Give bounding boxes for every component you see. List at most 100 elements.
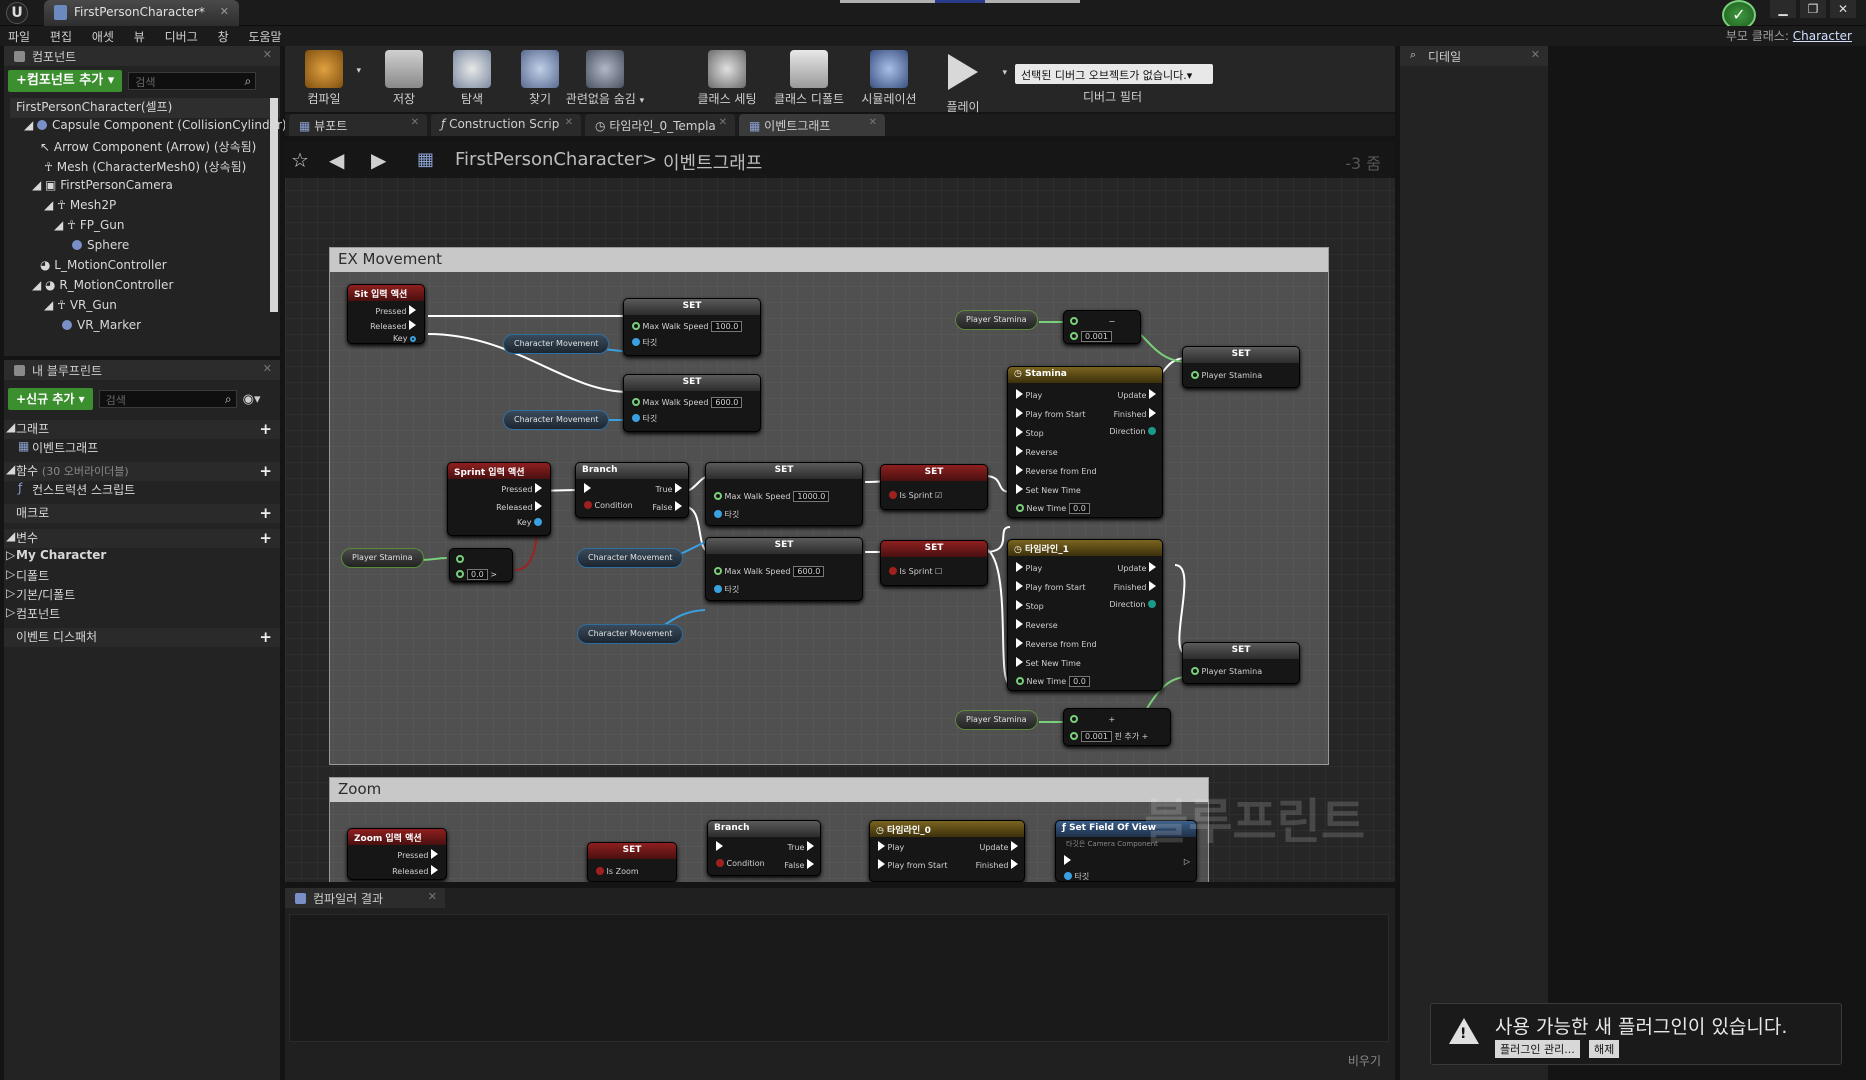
set-walk-speed-node[interactable]: SET Max Walk Speed 600.0 타깃 [623,374,761,432]
macros-section[interactable]: 매크로 + [4,504,280,523]
add-node[interactable]: + 0.001 핀 추가 + [1063,708,1171,746]
player-stamina-node[interactable]: Player Stamina [955,710,1038,730]
tree-item-mesh[interactable]: ☥ Mesh (CharacterMesh0) (상속됨) [10,158,280,178]
tree-item-self[interactable]: FirstPersonCharacter(셀프) [10,98,280,118]
branch-node[interactable]: Branch True Condition False [575,462,689,518]
tree-item-rmotion[interactable]: ◢ ◕ R_MotionController [10,278,280,298]
character-movement-node[interactable]: Character Movement [503,334,610,354]
add-function-icon[interactable]: + [259,462,272,480]
set-walk-speed-node[interactable]: SET Max Walk Speed 1000.0 타깃 [705,462,863,526]
restore-icon[interactable]: ❐ [1800,0,1826,18]
graphs-section[interactable]: ◢ 그래프 + [4,420,280,439]
forward-arrow-icon[interactable]: ▶ [371,148,386,172]
stamina-timeline-node[interactable]: ◷ Stamina Play Play from Start Stop Reve… [1007,366,1163,518]
timeline-0-node[interactable]: ◷ 타임라인_0 Play Play from Start Update Fin… [869,820,1025,882]
var-category-base-default[interactable]: ▷ 기본/디폴트 [4,586,280,605]
star-icon[interactable]: ☆ [291,148,309,172]
compiler-results-tab[interactable]: 컴파일러 결과 ✕ [285,888,445,908]
tree-item-mesh2p[interactable]: ◢ ☥ Mesh2P [10,198,280,218]
player-stamina-node[interactable]: Player Stamina [341,548,424,568]
menu-window[interactable]: 창 [210,26,237,47]
branch-node[interactable]: Branch True Condition False [707,820,821,876]
tree-item-arrow[interactable]: ↖ Arrow Component (Arrow) (상속됨) [10,138,280,158]
breadcrumb-root[interactable]: FirstPersonCharacter [455,149,642,170]
set-player-stamina-node[interactable]: SET Player Stamina [1182,642,1300,684]
hide-unrelated-button[interactable]: 관련없음 숨김 ▾ [555,50,655,107]
add-dispatcher-icon[interactable]: + [259,628,272,646]
menu-asset[interactable]: 애셋 [84,26,122,47]
add-graph-icon[interactable]: + [259,420,272,438]
character-movement-node[interactable]: Character Movement [577,624,684,644]
tab-event-graph[interactable]: ▦ 이벤트그래프 ✕ [739,114,885,136]
sprint-input-event-node[interactable]: Sprint 입력 액션 Pressed Released Key [447,462,551,536]
simulation-button[interactable]: 시뮬레이션 [847,50,931,107]
dismiss-button[interactable]: 해제 [1589,1040,1620,1058]
sit-input-event-node[interactable]: Sit 입력 액션 Pressed Released Key [347,284,425,344]
set-is-sprint-node[interactable]: SET Is Sprint ☑ [880,464,988,510]
tree-item-vrgun[interactable]: ◢ ☥ VR_Gun [10,298,280,318]
set-player-stamina-node[interactable]: SET Player Stamina [1182,346,1300,388]
set-walk-speed-node[interactable]: SET Max Walk Speed 100.0 타깃 [623,298,761,356]
event-graph-item[interactable]: ▦ 이벤트그래프 [4,439,280,458]
menu-debug[interactable]: 디버그 [157,26,206,47]
close-window-icon[interactable]: ✕ [1830,0,1856,18]
character-movement-node[interactable]: Character Movement [503,410,610,430]
blueprint-search-input[interactable]: 검색 ⌕ [98,390,237,408]
tree-item-sphere[interactable]: Sphere [10,238,280,258]
menu-edit[interactable]: 편집 [42,26,80,47]
tab-viewport[interactable]: ▦ 뷰포트 ✕ [289,114,427,136]
var-category-components[interactable]: ▷ 컴포넌트 [4,605,280,624]
scrollbar[interactable] [270,98,278,312]
graph-canvas[interactable]: EX Movement Zoom Sit 입력 액션 Pressed Relea… [285,142,1395,882]
close-panel-icon[interactable]: ✕ [263,48,272,61]
add-macro-icon[interactable]: + [259,504,272,522]
tree-item-fpgun[interactable]: ◢ ☥ FP_Gun [10,218,280,238]
add-variable-icon[interactable]: + [259,529,272,547]
class-settings-button[interactable]: 클래스 세팅 [685,50,769,107]
browse-button[interactable]: 탐색 [435,50,509,107]
parent-class-link[interactable]: Character [1793,29,1852,43]
tree-item-vrmarker[interactable]: VR_Marker [10,318,280,338]
manage-plugins-button[interactable]: 플러그인 관리... [1495,1040,1580,1058]
breadcrumb-current[interactable]: 이벤트그래프 [663,149,762,175]
var-category-my-character[interactable]: ▷ My Character [4,548,280,567]
debug-object-select[interactable]: 선택된 디버그 오브젝트가 없습니다.▾ [1015,64,1213,84]
back-arrow-icon[interactable]: ◀ [329,148,344,172]
variables-section[interactable]: ◢ 변수 + [4,529,280,548]
close-panel-icon[interactable]: ✕ [1531,48,1540,61]
menu-file[interactable]: 파일 [0,26,38,47]
character-movement-node[interactable]: Character Movement [577,548,684,568]
close-tab-icon[interactable]: ✕ [220,5,229,18]
add-new-button[interactable]: +신규 추가 ▾ [8,388,93,410]
zoom-input-event-node[interactable]: Zoom 입력 액션 Pressed Released [347,828,447,880]
set-is-zoom-node[interactable]: SET Is Zoom [587,842,677,882]
timeline-1-node[interactable]: ◷ 타임라인_1 Play Play from Start Stop Rever… [1007,539,1163,691]
compile-button[interactable]: 컴파일 ▾ [287,50,361,107]
subtract-node[interactable]: − 0.001 [1063,310,1141,344]
construction-script-item[interactable]: ƒ 컨스트럭션 스크립트 [4,481,280,500]
tree-item-camera[interactable]: ◢ ▣ FirstPersonCamera [10,178,280,198]
event-dispatchers-section[interactable]: 이벤트 디스패처 + [4,628,280,647]
player-stamina-node[interactable]: Player Stamina [955,310,1038,330]
minimize-icon[interactable]: ▁ [1770,0,1796,18]
document-tab[interactable]: FirstPersonCharacter* ✕ [44,0,239,26]
play-button[interactable]: 플레이 ▾ [925,50,1007,115]
set-is-sprint-node[interactable]: SET Is Sprint ☐ [880,540,988,586]
greater-than-node[interactable]: 0.0 > [449,548,513,582]
save-button[interactable]: 저장 [367,50,441,107]
tab-construction-script[interactable]: ƒ Construction Scrip ✕ [431,114,581,136]
components-search-input[interactable]: 검색 ⌕ [128,72,257,90]
class-defaults-button[interactable]: 클래스 디폴트 [767,50,851,107]
close-panel-icon[interactable]: ✕ [263,362,272,375]
functions-section[interactable]: ◢ 함수 (30 오버라이더블) + [4,462,280,481]
clear-button[interactable]: 비우기 [1348,1052,1381,1069]
eye-icon[interactable]: ◉▾ [243,392,261,407]
menu-help[interactable]: 도움말 [240,26,289,47]
var-category-default[interactable]: ▷ 디폴트 [4,567,280,586]
tree-item-capsule[interactable]: ◢ Capsule Component (CollisionCylinder) [10,118,287,138]
menu-view[interactable]: 뷰 [126,26,153,47]
tab-timeline[interactable]: ◷ 타임라인_0_Templa ✕ [585,114,735,136]
add-component-button[interactable]: +컴포넌트 추가 ▾ [8,70,123,92]
tree-item-lmotion[interactable]: ◕ L_MotionController [10,258,280,278]
set-walk-speed-node[interactable]: SET Max Walk Speed 600.0 타깃 [705,537,863,601]
